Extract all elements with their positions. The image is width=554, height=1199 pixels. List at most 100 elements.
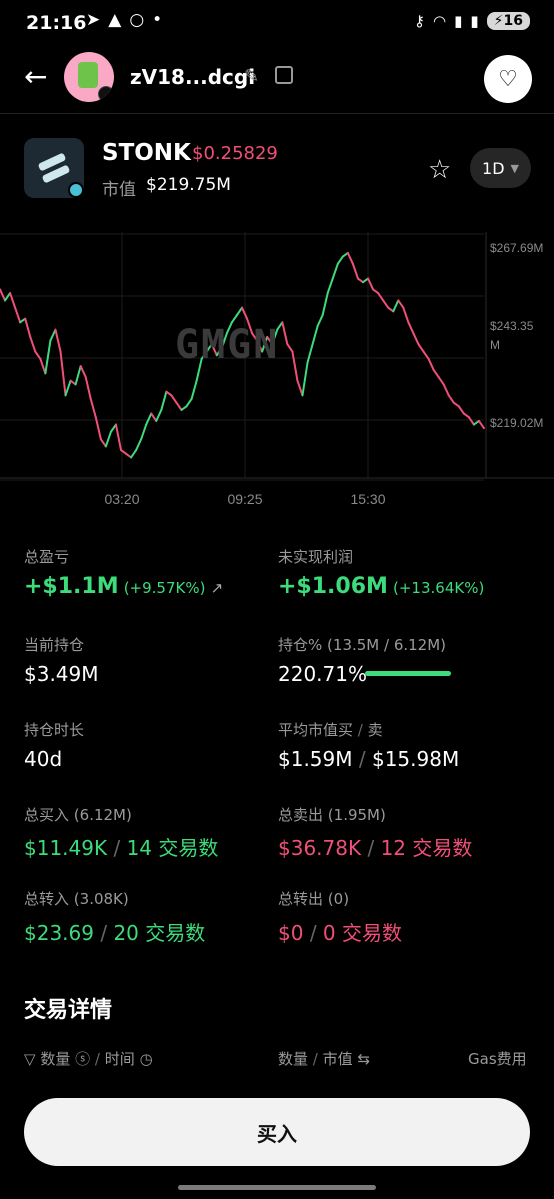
copy-icon[interactable] bbox=[275, 66, 293, 84]
wifi-icon: ◠ bbox=[433, 12, 447, 30]
y-tick-label: $267.69M bbox=[490, 241, 543, 255]
wallet-name[interactable]: zV18...dcgi bbox=[130, 65, 255, 89]
holding-pct-bar bbox=[365, 671, 451, 676]
holding-pct-label-row: 持仓% (13.5M / 6.12M) bbox=[278, 634, 446, 655]
price-line-segment bbox=[382, 299, 390, 309]
unrealized-percent: (+13.64K%) bbox=[393, 579, 485, 597]
back-arrow-icon[interactable]: ← bbox=[24, 60, 47, 93]
x-tick-label: 09:25 bbox=[227, 491, 262, 507]
holding-pct-label: 持仓% bbox=[278, 636, 323, 654]
price-line-segment bbox=[64, 379, 72, 397]
dollar-toggle-icon[interactable]: ⓢ bbox=[75, 1050, 90, 1068]
price-line-segment bbox=[412, 332, 420, 346]
signal-icon: ▮ bbox=[454, 12, 463, 30]
filter-icon[interactable]: ▽ bbox=[24, 1050, 36, 1068]
transfer-out-count: 0 交易数 bbox=[322, 921, 403, 945]
price-line-segment bbox=[84, 376, 92, 400]
total-buy-label: 总买入 bbox=[24, 806, 70, 824]
home-indicator[interactable] bbox=[178, 1185, 376, 1190]
swap-icon[interactable]: ⇆ bbox=[357, 1050, 370, 1068]
price-line-segment bbox=[467, 416, 475, 426]
price-line-segment bbox=[99, 438, 107, 448]
unrealized: +$1.06M (+13.64K%) bbox=[278, 574, 484, 599]
chart-watermark: GMGN bbox=[175, 322, 280, 368]
avg-mcap-buy: $1.59M bbox=[278, 747, 353, 771]
price-line-segment bbox=[392, 299, 400, 313]
price-line-segment bbox=[402, 306, 410, 324]
y-tick-label: M bbox=[490, 338, 500, 352]
token-symbol[interactable]: STONK bbox=[102, 140, 191, 166]
price-line-segment bbox=[24, 317, 32, 338]
total-pnl-value: +$1.1M bbox=[24, 574, 119, 599]
col-mcap[interactable]: 市值 bbox=[323, 1050, 353, 1068]
dot-icon: • bbox=[152, 10, 163, 30]
price-line-segment bbox=[346, 251, 354, 265]
price-line-segment bbox=[170, 394, 178, 404]
total-buy-values: $11.49K / 14 交易数 bbox=[24, 836, 219, 860]
buy-button[interactable]: 买入 bbox=[24, 1098, 530, 1166]
price-line-segment bbox=[457, 405, 465, 415]
col-time[interactable]: 时间 bbox=[105, 1050, 135, 1068]
hold-duration-label: 持仓时长 bbox=[24, 721, 85, 739]
price-line-segment bbox=[114, 423, 122, 452]
total-pnl-percent: (+9.57K%) bbox=[123, 579, 206, 597]
price-line-segment bbox=[54, 328, 62, 353]
transfer-in-amount: $23.69 bbox=[24, 921, 94, 945]
y-tick-label: $243.35 bbox=[490, 319, 534, 333]
price-line-segment bbox=[437, 376, 445, 386]
price-line-segment bbox=[296, 379, 304, 397]
price-line-segment bbox=[316, 314, 324, 327]
signal-icon-2: ▮ bbox=[470, 12, 479, 30]
x-tick-label: 03:20 bbox=[104, 491, 139, 507]
trade-filter-right[interactable]: 数量 / 市值 ⇆ bbox=[278, 1048, 370, 1069]
price-line-segment bbox=[397, 299, 405, 309]
y-tick-label: $219.02M bbox=[490, 416, 543, 430]
price-line-segment bbox=[14, 306, 22, 324]
transfer-out-amount: $0 bbox=[278, 921, 304, 945]
price-line-segment bbox=[326, 277, 334, 295]
price-chart[interactable]: $267.69M $243.35 M $219.02M 03:20 09:25 15:30 bbox=[0, 232, 554, 522]
holding-pct-sub: (13.5M / 6.12M) bbox=[327, 636, 447, 654]
price-line-segment bbox=[29, 335, 37, 353]
transfer-in-label: 总转入 bbox=[24, 890, 70, 908]
transfer-in-count: 20 交易数 bbox=[113, 921, 206, 945]
status-system-icons: ⚷ ◠ ▮ ▮ ⚡16 bbox=[414, 12, 530, 30]
price-line-segment bbox=[281, 321, 289, 346]
telegram-icon: ➤ bbox=[86, 10, 101, 30]
total-sell-label-row: 总卖出 (1.95M) bbox=[278, 804, 386, 825]
price-line-segment bbox=[336, 255, 344, 265]
col-gas: Gas费用 bbox=[468, 1050, 527, 1068]
solana-badge-icon bbox=[98, 86, 114, 102]
price-line-segment bbox=[140, 423, 148, 441]
external-link-icon[interactable]: ↗ bbox=[211, 579, 224, 597]
avg-mcap-sell: $15.98M bbox=[371, 747, 460, 771]
price-line-segment bbox=[286, 343, 294, 353]
market-cap-label: 市值 bbox=[102, 180, 136, 200]
token-price: $0.25829 bbox=[192, 143, 278, 164]
price-line-segment bbox=[94, 416, 102, 441]
clock-icon[interactable]: ◷ bbox=[140, 1050, 153, 1068]
transfer-in-label-row: 总转入 (3.08K) bbox=[24, 888, 129, 909]
total-pnl: +$1.1M (+9.57K%) ↗ bbox=[24, 574, 223, 599]
holding-label: 当前持仓 bbox=[24, 636, 85, 654]
transfer-in-sub: (3.08K) bbox=[73, 890, 129, 908]
trade-filter-left[interactable]: ▽ 数量 ⓢ / 时间 ◷ bbox=[24, 1048, 153, 1069]
total-sell-sub: (1.95M) bbox=[327, 806, 386, 824]
col-qty[interactable]: 数量 bbox=[278, 1050, 308, 1068]
star-icon[interactable]: ☆ bbox=[428, 155, 451, 185]
total-sell-count: 12 交易数 bbox=[380, 836, 473, 860]
interval-selector[interactable]: 1D ▼ bbox=[470, 148, 531, 188]
follow-heart-plus-button[interactable]: ♡ bbox=[484, 55, 532, 103]
price-line-segment bbox=[39, 357, 47, 375]
wallet-avatar[interactable] bbox=[64, 52, 114, 102]
edit-icon[interactable]: ✎ bbox=[244, 66, 259, 87]
price-line-segment bbox=[432, 368, 440, 379]
total-buy-label-row: 总买入 (6.12M) bbox=[24, 804, 132, 825]
total-buy-amount: $11.49K bbox=[24, 836, 108, 860]
status-time: 21:16 bbox=[26, 12, 87, 34]
price-line-segment bbox=[89, 397, 97, 419]
caret-down-icon: ▼ bbox=[510, 161, 519, 175]
price-line-segment bbox=[145, 412, 153, 426]
hold-duration-value: 40d bbox=[24, 747, 63, 771]
col-amount[interactable]: 数量 bbox=[40, 1050, 70, 1068]
